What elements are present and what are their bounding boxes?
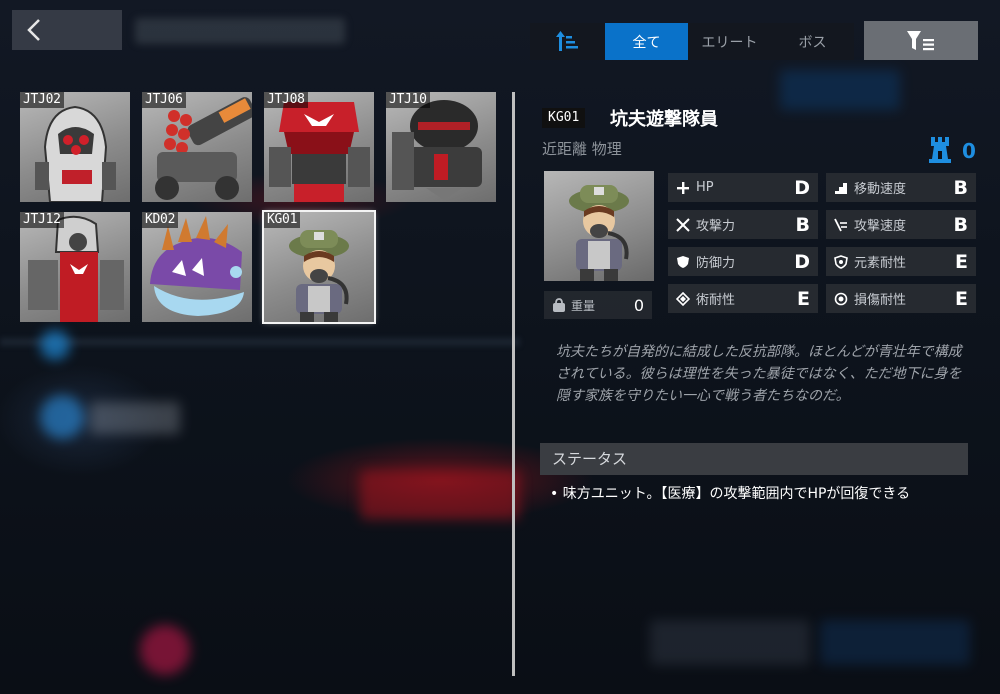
speed-lines-icon — [834, 218, 847, 231]
enemy-portrait-kg01 — [569, 185, 629, 281]
shield-icon — [677, 255, 689, 268]
weight-label: 重量 — [571, 298, 596, 313]
stat-damage-resistance: 損傷耐性 E — [826, 284, 976, 313]
stairs-icon — [835, 182, 847, 194]
plus-icon — [677, 181, 689, 194]
filter-button[interactable] — [864, 21, 978, 60]
stat-grade: E — [797, 287, 810, 310]
stat-label: 元素耐性 — [854, 256, 907, 271]
background-enemy — [360, 470, 520, 520]
arts-diamond-icon — [676, 291, 690, 306]
enemy-card-jtj06[interactable]: JTJ06 — [142, 92, 252, 202]
enemy-code: KG01 — [542, 108, 586, 128]
background-path — [0, 338, 520, 346]
background-node — [40, 330, 70, 360]
tab-boss[interactable]: ボス — [771, 23, 854, 60]
background-label — [780, 70, 900, 110]
enemy-card-jtj08[interactable]: JTJ08 — [264, 92, 374, 202]
enemy-portrait-jtj06 — [155, 97, 252, 200]
stat-grade: B — [953, 213, 968, 236]
panel-divider — [512, 92, 515, 676]
stat-grade: E — [955, 250, 968, 273]
tab-all[interactable]: 全て — [605, 23, 688, 60]
weight-icon — [553, 298, 565, 312]
background-button — [650, 620, 810, 665]
stat-grade: D — [794, 250, 810, 273]
enemy-portrait-jtj10 — [392, 100, 482, 200]
stat-grade: E — [955, 287, 968, 310]
stat-grade: D — [794, 176, 810, 199]
tower-value: 0 — [962, 139, 976, 163]
enemy-name: 坑夫遊撃隊員 — [610, 109, 718, 130]
background-node — [40, 395, 84, 439]
stat-defense: 防御力 D — [668, 247, 818, 276]
enemy-card-code: JTJ10 — [386, 92, 430, 108]
stat-label: 術耐性 — [696, 293, 736, 308]
enemy-card-jtj10[interactable]: JTJ10 — [386, 92, 496, 202]
enemy-type-tabs: 全て エリート ボス — [530, 23, 854, 60]
enemy-card-code: KG01 — [264, 212, 301, 228]
weight-box: 重量 0 — [544, 291, 652, 319]
sort-icon — [555, 30, 578, 51]
page-title-blurred — [135, 18, 345, 44]
background-button — [140, 625, 190, 675]
stat-grade: B — [795, 213, 810, 236]
stat-label: 移動速度 — [854, 182, 907, 197]
stat-attack-speed: 攻撃速度 B — [826, 210, 976, 239]
stat-attack: 攻撃力 B — [668, 210, 818, 239]
enemy-attributes: 近距離 物理 — [542, 140, 622, 158]
enemy-card-jtj02[interactable]: JTJ02 — [20, 92, 130, 202]
enemy-card-code: KD02 — [142, 212, 179, 228]
enemy-card-jtj12[interactable]: JTJ12 — [20, 212, 130, 322]
enemy-card-code: JTJ06 — [142, 92, 186, 108]
sort-button[interactable] — [530, 23, 605, 60]
stat-label: 防御力 — [696, 256, 736, 271]
enemy-detail-portrait — [544, 171, 654, 281]
enemy-portrait-jtj02 — [35, 105, 116, 202]
enemy-portrait-kg01 — [289, 230, 349, 322]
stat-arts-resistance: 術耐性 E — [668, 284, 818, 313]
enemy-portrait-jtj08 — [269, 102, 370, 202]
enemy-description: 坑夫たちが自発的に結成した反抗部隊。ほとんどが青壮年で構成されている。彼らは理性… — [556, 344, 962, 404]
background-button — [820, 620, 970, 665]
enemy-card-code: JTJ08 — [264, 92, 308, 108]
stat-label: 損傷耐性 — [854, 293, 907, 308]
tab-elite[interactable]: エリート — [688, 23, 771, 60]
chevron-left-icon — [27, 19, 40, 41]
stat-grade: B — [953, 176, 968, 199]
back-button[interactable] — [12, 10, 122, 50]
enemy-portrait-jtj12 — [28, 215, 124, 322]
stat-label: 攻撃力 — [696, 219, 736, 234]
stat-move-speed: 移動速度 B — [826, 173, 976, 202]
enemy-card-code: JTJ12 — [20, 212, 64, 228]
enemy-card-kg01[interactable]: KG01 — [262, 210, 376, 324]
status-header: ステータス — [540, 443, 968, 475]
tower-icon — [929, 137, 951, 163]
element-shield-icon — [834, 254, 848, 269]
filter-list-icon — [907, 30, 934, 50]
stat-label: 攻撃速度 — [854, 219, 907, 234]
stat-label: HP — [696, 180, 714, 195]
background-label — [90, 402, 180, 434]
damage-ring-icon — [834, 292, 848, 305]
enemy-portrait-kd02 — [150, 216, 244, 316]
enemy-card-code: JTJ02 — [20, 92, 64, 108]
status-item: 味方ユニット。【医療】の攻撃範囲内でHPが回復できる — [546, 483, 966, 505]
stat-elemental-resistance: 元素耐性 E — [826, 247, 976, 276]
crossed-swords-icon — [676, 217, 690, 232]
enemy-card-kd02[interactable]: KD02 — [142, 212, 252, 322]
weight-value: 0 — [633, 295, 644, 315]
stat-hp: HP D — [668, 173, 818, 202]
